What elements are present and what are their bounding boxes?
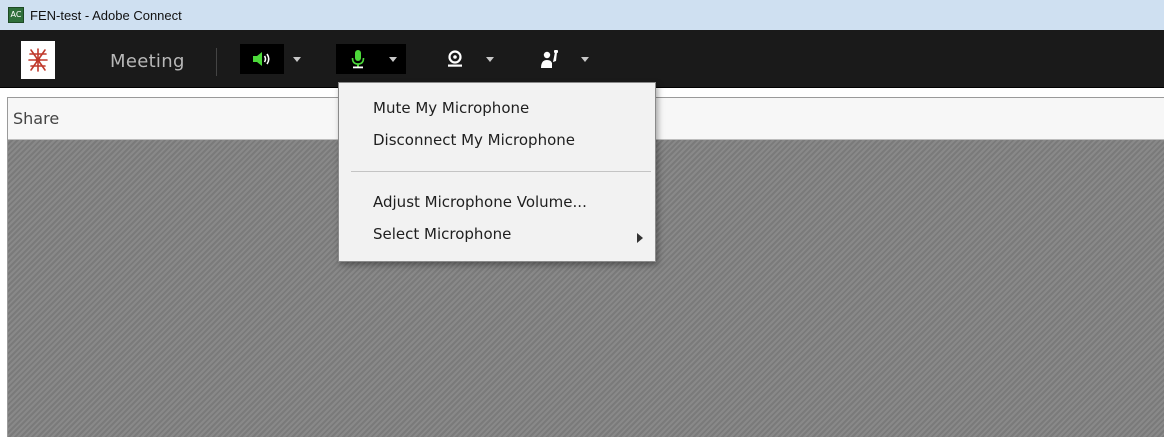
adobe-connect-window: AC FEN-test - Adobe Connect Meeting Shar… — [0, 0, 1164, 437]
microphone-control — [336, 44, 406, 74]
chevron-down-icon — [581, 56, 589, 62]
speaker-control — [240, 44, 310, 74]
share-pod-title: Share — [13, 109, 60, 128]
webcam-control — [433, 44, 503, 74]
microphone-button[interactable] — [336, 44, 380, 74]
menu-divider — [351, 171, 651, 172]
adobe-connect-app-icon: AC — [8, 7, 24, 23]
menu-item-mute-microphone[interactable]: Mute My Microphone — [373, 99, 529, 117]
submenu-arrow-icon — [637, 233, 643, 243]
raise-hand-button[interactable] — [528, 44, 572, 74]
speaker-icon — [253, 52, 270, 66]
raise-hand-icon — [541, 50, 558, 68]
webcam-button[interactable] — [433, 44, 477, 74]
organization-logo — [21, 41, 55, 79]
webcam-options-dropdown[interactable] — [477, 44, 503, 74]
organization-logo-icon — [28, 48, 48, 72]
microphone-menu: Mute My Microphone Disconnect My Microph… — [338, 82, 656, 262]
chevron-down-icon — [293, 56, 301, 62]
webcam-icon — [448, 50, 462, 67]
menu-item-disconnect-microphone[interactable]: Disconnect My Microphone — [373, 131, 575, 149]
speaker-options-dropdown[interactable] — [284, 44, 310, 74]
status-control — [528, 44, 598, 74]
window-titlebar: AC FEN-test - Adobe Connect — [0, 0, 1164, 30]
window-title: FEN-test - Adobe Connect — [30, 7, 182, 23]
chevron-down-icon — [486, 56, 494, 62]
status-options-dropdown[interactable] — [572, 44, 598, 74]
meeting-toolbar: Meeting — [0, 30, 1164, 88]
chevron-down-icon — [389, 56, 397, 62]
meeting-menu[interactable]: Meeting — [110, 51, 185, 72]
microphone-icon — [351, 50, 365, 69]
menu-item-select-microphone[interactable]: Select Microphone — [373, 225, 511, 243]
menu-item-adjust-microphone-volume[interactable]: Adjust Microphone Volume... — [373, 193, 587, 211]
toolbar-separator — [216, 48, 217, 76]
microphone-options-dropdown[interactable] — [380, 44, 406, 74]
speaker-button[interactable] — [240, 44, 284, 74]
